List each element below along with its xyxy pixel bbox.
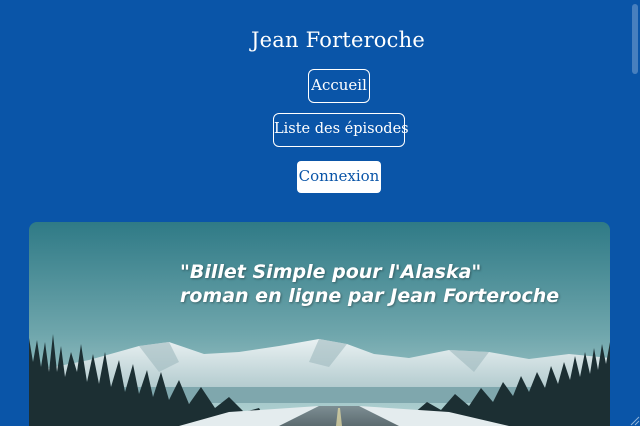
page: Jean Forteroche Accueil Liste des épisod… [0,0,640,426]
resize-grip-icon[interactable] [628,414,640,426]
hero-heading-line1: "Billet Simple pour l'Alaska" [180,261,482,283]
hero-banner: "Billet Simple pour l'Alaska" roman en l… [29,222,610,426]
hero-heading-line2: roman en ligne par Jean Forteroche [180,285,560,307]
scrollbar-thumb[interactable] [632,4,638,74]
alaska-landscape-image [29,222,610,426]
nav-connexion-button[interactable]: Connexion [297,161,381,193]
vertical-scrollbar[interactable] [630,0,640,426]
nav-accueil-button[interactable]: Accueil [308,69,370,103]
hero-heading: "Billet Simple pour l'Alaska" roman en l… [180,260,559,308]
nav-episodes-button[interactable]: Liste des épisodes [273,113,409,147]
site-title: Jean Forteroche [251,28,425,52]
